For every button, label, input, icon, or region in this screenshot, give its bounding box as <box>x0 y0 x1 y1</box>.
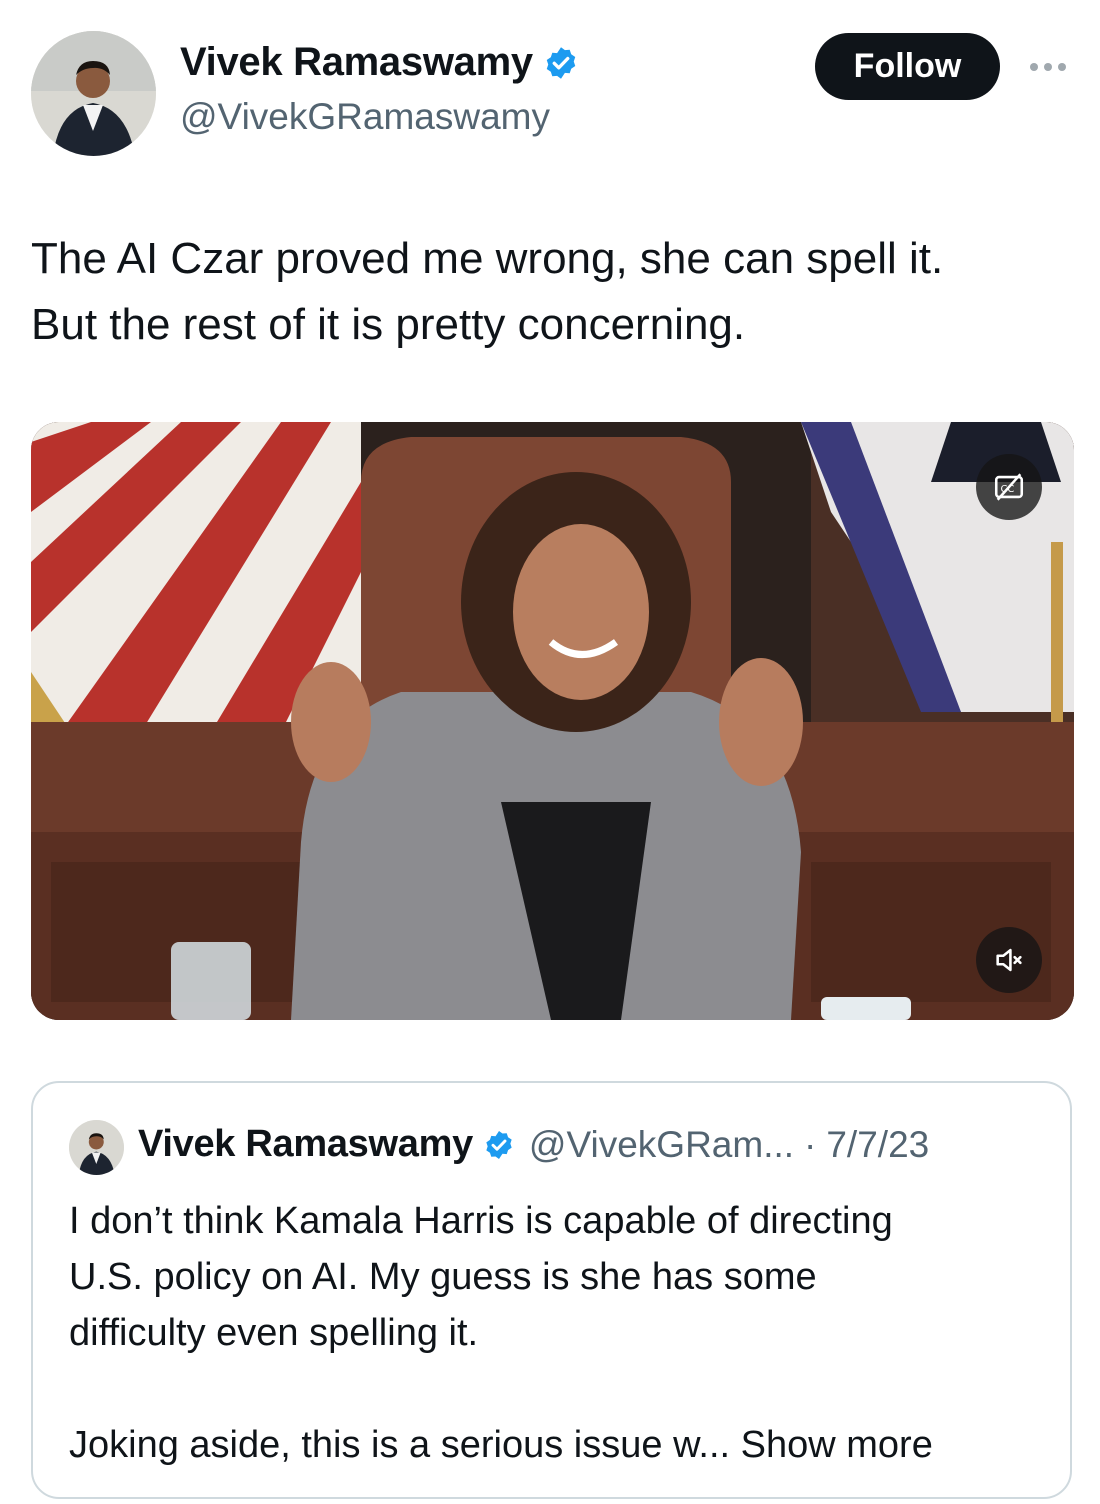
verified-badge-icon <box>483 1129 515 1161</box>
quoted-text-tail: Joking aside, this is a serious issue w.… <box>69 1424 731 1466</box>
video-frame <box>31 422 1074 1020</box>
show-more-link[interactable]: Show more <box>741 1424 933 1466</box>
follow-button[interactable]: Follow <box>815 33 1000 100</box>
tweet-text-line: The AI Czar proved me wrong, she can spe… <box>31 234 944 283</box>
author-handle[interactable]: @VivekGRamaswamy <box>180 96 550 138</box>
author-avatar[interactable] <box>31 31 156 156</box>
quoted-tweet[interactable]: Vivek Ramaswamy @VivekGRam... · 7/7/23 I d… <box>31 1081 1072 1499</box>
quoted-author-name: Vivek Ramaswamy <box>138 1123 473 1165</box>
author-name[interactable]: Vivek Ramaswamy <box>180 40 533 85</box>
verified-badge-icon <box>543 45 579 81</box>
quoted-text-line: difficulty even spelling it. <box>69 1312 479 1354</box>
video-player[interactable]: CC <box>31 422 1074 1020</box>
quoted-text-line: U.S. policy on AI. My guess is she has s… <box>69 1256 817 1298</box>
quoted-text-line: I don’t think Kamala Harris is capable o… <box>69 1200 893 1242</box>
quoted-text-tail-line: Joking aside, this is a serious issue w.… <box>69 1417 1049 1473</box>
quoted-header: Vivek Ramaswamy @VivekGRam... · 7/7/23 <box>138 1123 929 1166</box>
quoted-handle: @VivekGRam... <box>528 1123 795 1165</box>
captions-off-icon[interactable]: CC <box>976 454 1042 520</box>
quoted-text: I don’t think Kamala Harris is capable o… <box>69 1193 1049 1473</box>
more-horizontal-icon[interactable] <box>1024 55 1072 79</box>
quoted-author-avatar <box>69 1120 124 1175</box>
meta-separator: · <box>804 1123 817 1165</box>
tweet-text: The AI Czar proved me wrong, she can spe… <box>31 226 1071 358</box>
author-name-row[interactable]: Vivek Ramaswamy <box>180 40 579 85</box>
tweet-text-line: But the rest of it is pretty concerning. <box>31 300 746 349</box>
volume-muted-icon[interactable] <box>976 927 1042 993</box>
quoted-date: 7/7/23 <box>826 1123 930 1165</box>
